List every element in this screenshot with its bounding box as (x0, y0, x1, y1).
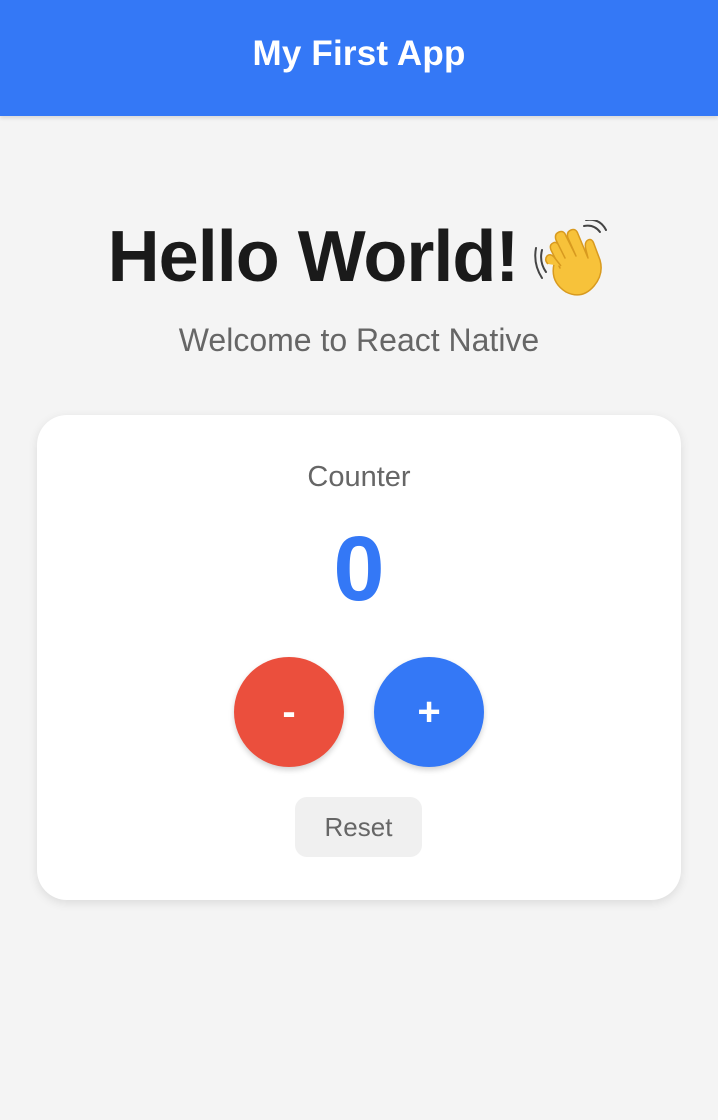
hero-title: Hello World! (107, 217, 520, 297)
counter-value: 0 (333, 518, 385, 620)
app-header: My First App (0, 0, 718, 116)
hero-subtitle: Welcome to React Native (178, 322, 540, 358)
waving-hand-icon (534, 218, 610, 296)
counter-label: Counter (307, 461, 411, 493)
app-title: My First App (252, 34, 466, 73)
counter-card: Counter 0 - + Reset (37, 415, 681, 900)
hero-heading: Hello World! (0, 212, 718, 302)
reset-button[interactable]: Reset (295, 797, 422, 857)
decrement-button[interactable]: - (234, 657, 344, 767)
increment-button[interactable]: + (374, 657, 484, 767)
